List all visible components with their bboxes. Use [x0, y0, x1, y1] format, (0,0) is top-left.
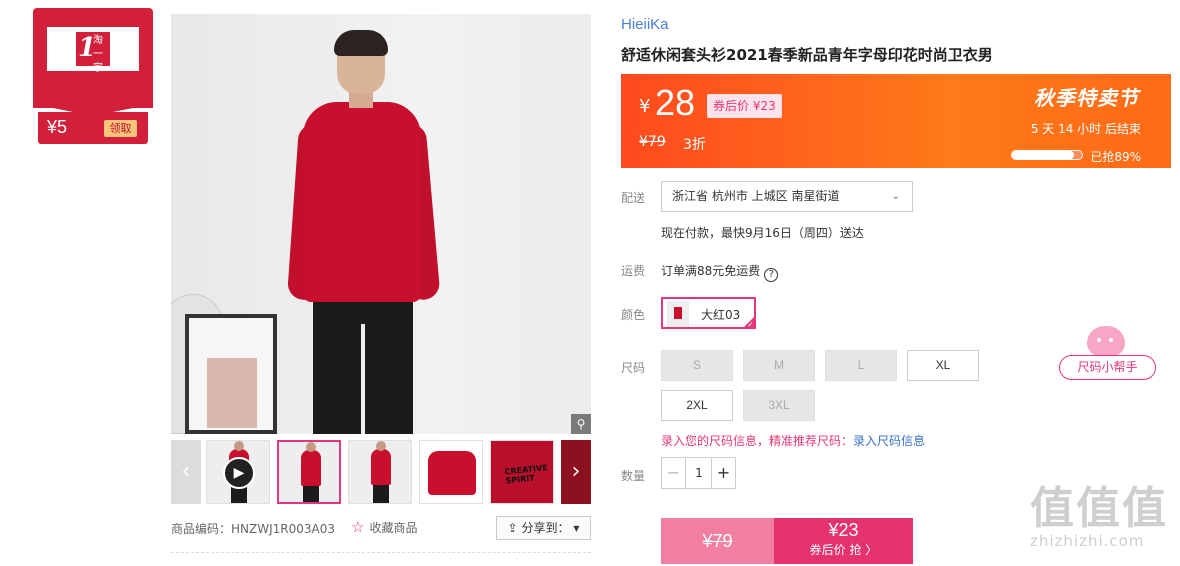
star-icon: ☆ — [351, 518, 365, 536]
magnifier-icon[interactable]: ⚲ — [571, 414, 591, 434]
sku-code: 商品编码：HNZWJ1R003A03 — [171, 522, 335, 536]
sold-progress-text: 已抢89% — [1090, 150, 1141, 164]
size-option-l[interactable]: L — [825, 350, 897, 381]
sale-countdown: 5 天 14 小时 后结束 — [1030, 122, 1141, 136]
freight-info: 订单满88元免运费? — [661, 262, 779, 282]
size-tip: 录入您的尺码信息，精准推荐尺码：录入尺码信息 — [661, 434, 926, 448]
thumb-next-arrow[interactable]: › — [561, 440, 591, 504]
quantity-stepper: − 1 + — [661, 457, 736, 489]
caret-down-icon: ▾ — [569, 521, 580, 535]
size-option-xl[interactable]: XL — [907, 350, 979, 381]
product-title: 舒适休闲套头衫2021春季新品青年字母印花时尚卫衣男 — [621, 46, 993, 64]
share-button[interactable]: ⇪ 分享到： ▾ — [496, 516, 591, 540]
freight-label: 运费 — [621, 264, 646, 278]
thumbnail-front[interactable] — [277, 440, 341, 504]
quantity-plus-button[interactable]: + — [711, 458, 735, 488]
thumbnail-detail[interactable]: CREATIVE SPIRIT — [490, 440, 554, 504]
discount-rate: 3折 — [683, 137, 706, 153]
store-logo: 1 淘一家 — [47, 27, 139, 74]
buy-with-coupon-button[interactable]: ¥23 券后价 抢 〉 — [774, 518, 913, 564]
thumbnail-flat[interactable] — [419, 440, 483, 504]
quantity-input[interactable]: 1 — [686, 458, 712, 488]
size-label: 尺码 — [621, 361, 646, 375]
sold-progress-bar — [1011, 150, 1083, 160]
play-icon: ▶ — [223, 457, 255, 489]
divider — [171, 552, 591, 553]
store-logo-text: 淘一家 — [93, 35, 103, 74]
quantity-minus-button[interactable]: − — [662, 458, 686, 488]
size-option-s[interactable]: S — [661, 350, 733, 381]
site-watermark: 值值值 zhizhizhi.com — [1030, 483, 1168, 551]
help-icon[interactable]: ? — [764, 268, 779, 282]
chevron-down-icon: ⌄ — [891, 191, 900, 202]
original-price: ¥79 — [639, 134, 666, 150]
after-coupon-price: 券后价 ¥23 — [707, 94, 782, 118]
coupon-top: 1 淘一家 — [33, 8, 153, 108]
address-select[interactable]: 浙江省 杭州市 上城区 南星街道 ⌄ — [661, 181, 913, 212]
size-option-m[interactable]: M — [743, 350, 815, 381]
color-label: 颜色 — [621, 308, 646, 322]
quantity-label: 数量 — [621, 469, 646, 483]
enter-size-link[interactable]: 录入尺码信息 — [853, 434, 925, 448]
size-helper-button[interactable]: 尺码小帮手 — [1059, 355, 1156, 380]
delivery-eta: 现在付款，最快9月16日（周四）送达 — [661, 226, 864, 240]
delivery-label: 配送 — [621, 191, 646, 205]
coupon-amount: ¥5 — [47, 117, 68, 137]
thumb-prev-arrow[interactable]: ‹ — [171, 440, 201, 504]
thumbnail-side[interactable] — [348, 440, 412, 504]
coupon-card[interactable]: 1 淘一家 ¥5 领取 — [33, 8, 153, 144]
sale-event-title: 秋季特卖节 — [1034, 86, 1139, 110]
size-helper[interactable]: 尺码小帮手 — [1059, 326, 1156, 380]
favorite-button[interactable]: ☆ 收藏商品 — [351, 518, 417, 536]
brand-link[interactable]: HieiiKa — [621, 16, 669, 33]
wall-frame — [185, 314, 277, 434]
size-option-2xl[interactable]: 2XL — [661, 390, 733, 421]
color-option-selected[interactable]: 大红03 ✓ — [661, 297, 756, 329]
thumbnail-video[interactable]: ▶ — [206, 440, 270, 504]
coupon-bottom: ¥5 领取 — [38, 112, 148, 144]
price-banner: ¥ 28 券后价 ¥23 ¥79 3折 秋季特卖节 5 天 14 小时 后结束 … — [621, 74, 1171, 168]
current-price: 28 — [655, 82, 696, 123]
original-price-button[interactable]: ¥79 — [661, 518, 774, 564]
size-option-3xl[interactable]: 3XL — [743, 390, 815, 421]
main-product-image[interactable]: ⚲ — [171, 14, 591, 434]
model-sweatshirt — [303, 102, 421, 302]
share-icon: ⇪ — [507, 521, 522, 535]
coupon-claim-button[interactable]: 领取 — [104, 120, 137, 137]
price-currency: ¥ — [639, 96, 651, 117]
mascot-icon — [1087, 326, 1125, 356]
print-detail-text: CREATIVE SPIRIT — [504, 463, 549, 486]
color-swatch-image — [667, 301, 689, 327]
